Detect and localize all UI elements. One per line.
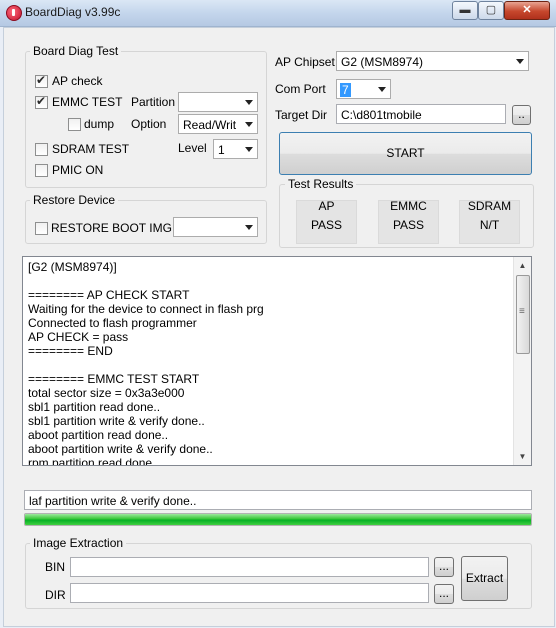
start-button[interactable]: START <box>279 132 532 175</box>
option-label: Option <box>131 117 167 131</box>
minimize-button[interactable]: ▬ <box>452 1 478 20</box>
log-textarea[interactable]: [G2 (MSM8974)] ======== AP CHECK START W… <box>22 256 532 466</box>
log-scrollbar[interactable]: ▲ ≡ ▼ <box>513 257 531 465</box>
target-dir-label: Target Dir <box>275 108 328 122</box>
log-line: AP CHECK = pass <box>28 330 129 344</box>
bin-input[interactable] <box>70 557 429 577</box>
log-line: ======== END <box>28 344 113 358</box>
grip-icon: ≡ <box>519 306 525 317</box>
emmc-test-checkbox[interactable] <box>35 94 48 109</box>
chevron-down-icon <box>245 100 253 105</box>
restore-boot-img-select[interactable] <box>173 217 258 237</box>
test-results-group-title: Test Results <box>285 177 357 191</box>
sdram-test-checkbox[interactable] <box>35 143 48 156</box>
log-line: ======== EMMC TEST START <box>28 372 200 386</box>
chevron-down-icon <box>378 87 386 92</box>
pmic-on-label: PMIC ON <box>52 163 104 177</box>
bin-label: BIN <box>45 560 66 574</box>
progress-fill <box>25 514 531 525</box>
ap-chipset-label: AP Chipset <box>275 55 335 69</box>
emmc-result-value: PASS <box>392 218 425 232</box>
level-select[interactable]: 1 <box>213 139 258 159</box>
dir-browse-button[interactable]: ... <box>434 584 454 604</box>
status-field: laf partition write & verify done.. <box>24 490 532 510</box>
chevron-down-icon <box>245 122 253 127</box>
emmc-result-name: EMMC <box>390 199 427 213</box>
log-line: sbl1 partition write & verify done.. <box>28 414 205 428</box>
com-port-label: Com Port <box>275 82 326 96</box>
partition-label: Partition <box>131 95 176 109</box>
chevron-down-icon <box>245 225 253 230</box>
scroll-down-icon[interactable]: ▼ <box>514 448 531 465</box>
restore-boot-img-checkbox[interactable] <box>35 222 48 235</box>
window-title: BoardDiag v3.99c <box>25 5 121 19</box>
restore-boot-img-label: RESTORE BOOT IMG <box>51 221 172 235</box>
log-line: Connected to flash programmer <box>28 316 197 330</box>
log-line: sbl1 partition read done.. <box>28 400 161 414</box>
scrollbar-thumb[interactable]: ≡ <box>516 275 530 354</box>
bin-browse-button[interactable]: ... <box>434 557 454 577</box>
scroll-up-icon[interactable]: ▲ <box>514 257 531 274</box>
ap-chipset-select[interactable]: G2 (MSM8974) <box>336 51 529 71</box>
sdram-result-value: N/T <box>479 218 500 232</box>
pmic-on-checkbox[interactable] <box>35 164 48 177</box>
log-line: Waiting for the device to connect in fla… <box>28 302 264 316</box>
dir-label: DIR <box>45 588 66 602</box>
com-port-select[interactable]: 7 <box>336 79 391 99</box>
dump-label: dump <box>84 117 115 131</box>
chevron-down-icon <box>245 147 253 152</box>
ap-check-checkbox[interactable] <box>35 73 48 88</box>
log-line: rpm partition read done.. <box>28 456 159 466</box>
restore-device-group-title: Restore Device <box>30 193 119 207</box>
board-diag-group-title: Board Diag Test <box>30 44 122 58</box>
title-bar: BoardDiag v3.99c ▬ ▢ ✕ <box>0 0 556 27</box>
emmc-result-box: EMMC PASS <box>378 199 439 244</box>
ap-result-value: PASS <box>310 218 343 232</box>
log-line: [G2 (MSM8974)] <box>28 260 117 274</box>
sdram-result-box: SDRAM N/T <box>459 199 520 244</box>
level-label: Level <box>178 141 207 155</box>
target-dir-browse-button[interactable]: .. <box>512 105 531 125</box>
log-line: aboot partition write & verify done.. <box>28 442 213 456</box>
dump-checkbox[interactable] <box>68 118 81 131</box>
log-line: ======== AP CHECK START <box>28 288 190 302</box>
image-extraction-group-title: Image Extraction <box>30 536 127 550</box>
log-line: total sector size = 0x3a3e000 <box>28 386 185 400</box>
progress-bar <box>24 513 532 526</box>
ap-check-label: AP check <box>52 74 103 88</box>
sdram-test-label: SDRAM TEST <box>52 142 130 156</box>
dir-input[interactable] <box>70 583 429 603</box>
extract-button[interactable]: Extract <box>461 556 508 601</box>
maximize-button[interactable]: ▢ <box>478 1 504 20</box>
ap-result-name: AP <box>318 199 335 213</box>
ap-result-box: AP PASS <box>296 199 357 244</box>
partition-select[interactable] <box>178 92 258 112</box>
target-dir-input[interactable]: C:\d801tmobile <box>336 104 506 124</box>
close-button[interactable]: ✕ <box>504 1 550 20</box>
option-select[interactable]: Read/Writ <box>178 114 258 134</box>
emmc-test-label: EMMC TEST <box>52 95 123 109</box>
log-line: aboot partition read done.. <box>28 428 169 442</box>
chevron-down-icon <box>516 59 524 64</box>
sdram-result-name: SDRAM <box>467 199 512 213</box>
app-icon <box>6 5 22 21</box>
